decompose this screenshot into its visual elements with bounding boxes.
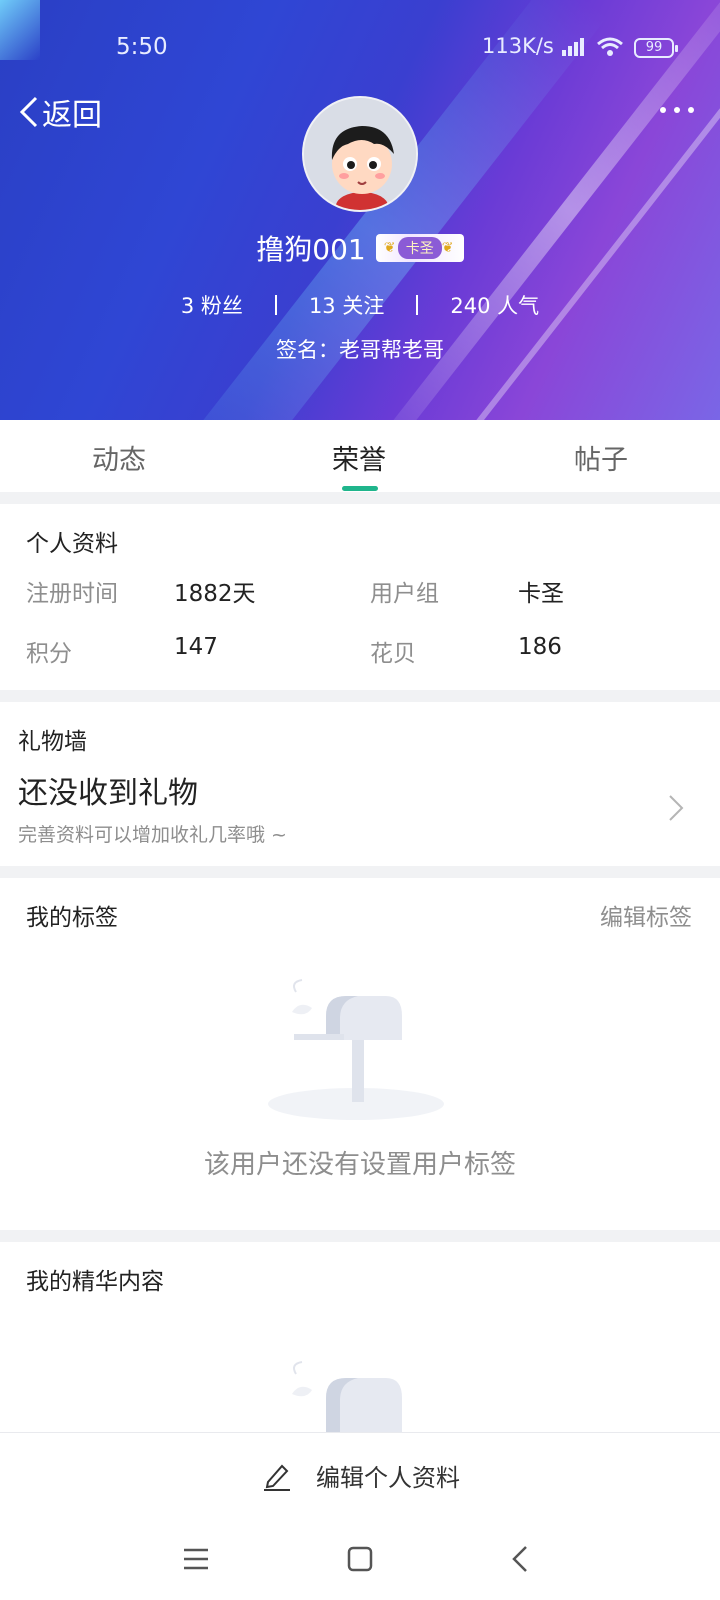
following-count[interactable]: 13 关注 [277, 290, 416, 320]
gift-wall-title: 礼物墙 [18, 729, 87, 755]
personal-info-title: 个人资料 [26, 531, 118, 557]
system-navigation-bar [0, 1529, 720, 1589]
laurel-icon: ❦ [383, 240, 396, 256]
profile-page: 5:50 113K/s 99 返回 撸狗001 ❦ 卡圣 ❦ 3 粉丝 13 关… [0, 0, 720, 1600]
my-tags-section: 我的标签 编辑标签 该用户还没有设置用户标签 [0, 878, 720, 1230]
field-label: 积分 [26, 641, 72, 667]
chevron-left-icon [19, 96, 38, 128]
more-horizontal-icon [660, 107, 666, 113]
tab-honors[interactable]: 荣誉 [332, 438, 386, 477]
more-options-button[interactable] [660, 104, 694, 116]
popularity-count: 240 人气 [450, 294, 540, 318]
gift-wall-hint: 完善资料可以增加收礼几率哦 ~ [18, 824, 287, 846]
gift-wall-section[interactable]: 礼物墙 还没收到礼物 完善资料可以增加收礼几率哦 ~ [0, 702, 720, 866]
section-divider [0, 866, 720, 878]
featured-content-section: 我的精华内容 [0, 1242, 720, 1432]
battery-icon: 99 [634, 38, 678, 58]
empty-mailbox-icon [292, 1361, 402, 1432]
chevron-right-icon [669, 795, 684, 821]
followers-count[interactable]: 3 粉丝 [149, 290, 275, 320]
laurel-icon: ❦ [441, 240, 454, 256]
more-horizontal-icon [688, 107, 694, 113]
featured-content-title: 我的精华内容 [26, 1269, 164, 1295]
field-label: 花贝 [370, 641, 416, 667]
profile-stats: 3 粉丝 13 关注 240 人气 [0, 288, 720, 322]
active-tab-indicator [342, 486, 378, 491]
avatar[interactable] [302, 96, 418, 212]
avatar-image [304, 98, 416, 210]
tab-posts[interactable]: 帖子 [574, 438, 628, 477]
edit-profile-label: 编辑个人资料 [316, 1463, 460, 1492]
username: 撸狗001 [256, 233, 366, 266]
badge-label: 卡圣 [397, 237, 442, 259]
bottom-bar: 编辑个人资料 [0, 1432, 720, 1600]
my-tags-title: 我的标签 [26, 905, 118, 931]
user-group-badge: ❦ 卡圣 ❦ [375, 234, 464, 262]
edit-tags-button[interactable]: 编辑标签 [600, 898, 692, 932]
back-label: 返回 [42, 98, 102, 133]
field-label: 用户组 [370, 581, 439, 607]
back-nav-icon[interactable] [504, 1541, 540, 1577]
field-value: 卡圣 [518, 581, 564, 607]
section-divider [0, 1230, 720, 1242]
status-time: 5:50 [116, 34, 168, 60]
status-bar: 5:50 113K/s 99 [0, 30, 720, 66]
username-row: 撸狗001 ❦ 卡圣 ❦ [0, 226, 720, 270]
field-label: 注册时间 [26, 581, 118, 607]
signal-icon [562, 38, 584, 56]
status-network-speed: 113K/s [482, 34, 554, 58]
field-value: 147 [174, 634, 218, 660]
section-divider [0, 690, 720, 702]
back-button[interactable]: 返回 [18, 92, 102, 133]
field-value: 186 [518, 634, 562, 660]
tab-activity[interactable]: 动态 [92, 438, 146, 477]
edit-profile-button[interactable]: 编辑个人资料 [0, 1455, 720, 1495]
menu-icon[interactable] [178, 1541, 214, 1577]
profile-tabs: 动态 荣誉 帖子 [0, 420, 720, 492]
profile-header: 5:50 113K/s 99 返回 撸狗001 ❦ 卡圣 ❦ 3 粉丝 13 关… [0, 0, 720, 420]
field-value: 1882天 [174, 581, 256, 607]
section-divider [0, 492, 720, 504]
home-icon[interactable] [342, 1541, 378, 1577]
gift-wall-headline: 还没收到礼物 [18, 776, 198, 811]
user-signature: 签名：老哥帮老哥 [276, 338, 444, 362]
personal-info-section: 个人资料 注册时间 1882天 用户组 卡圣 积分 147 花贝 186 [0, 504, 720, 690]
more-horizontal-icon [674, 107, 680, 113]
pencil-icon [264, 1464, 290, 1491]
wifi-icon [597, 37, 623, 56]
tags-empty-message: 该用户还没有设置用户标签 [203, 1150, 516, 1180]
empty-mailbox-icon [268, 979, 444, 1120]
